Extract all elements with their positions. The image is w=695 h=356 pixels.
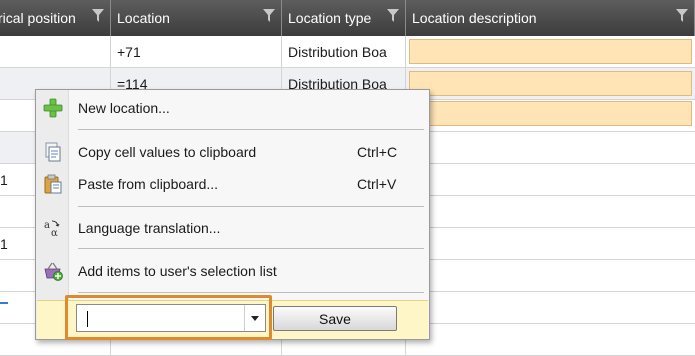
menu-item-add-selection[interactable]: Add items to user's selection list <box>36 256 429 286</box>
filter-icon[interactable] <box>387 9 399 23</box>
svg-text:α: α <box>51 228 58 238</box>
text-caret <box>87 311 88 327</box>
cell-location-description[interactable] <box>406 164 695 195</box>
cell-position[interactable] <box>0 36 111 67</box>
menu-item-new-location[interactable]: New location... <box>36 93 429 123</box>
row-link-marker <box>0 302 8 304</box>
column-header-position[interactable]: rical position <box>0 0 111 36</box>
cell-location-description[interactable] <box>406 132 695 163</box>
cell-location-description[interactable] <box>406 324 695 355</box>
cell-location-description[interactable] <box>406 36 695 67</box>
column-header-label: Location type <box>288 10 372 26</box>
column-header-label: rical position <box>0 10 76 26</box>
paste-icon <box>44 174 62 194</box>
cell-location[interactable]: +71 <box>111 36 282 67</box>
menu-separator <box>78 129 424 130</box>
copy-icon <box>45 142 61 162</box>
add-icon <box>43 98 63 118</box>
chevron-down-icon <box>251 316 259 321</box>
menu-item-copy-cells[interactable]: Copy cell values to clipboard Ctrl+C <box>36 137 429 167</box>
cell-location-description[interactable] <box>406 228 695 259</box>
column-header-label: Location description <box>412 10 537 26</box>
selection-list-input[interactable] <box>79 307 243 331</box>
shortcut-copy: Ctrl+C <box>357 144 398 160</box>
filter-icon[interactable] <box>676 9 688 23</box>
menu-separator <box>78 248 424 249</box>
column-header-location-type[interactable]: Location type <box>282 0 406 36</box>
dropdown-button[interactable] <box>244 305 265 331</box>
selection-list-combobox[interactable] <box>76 304 266 332</box>
basket-add-icon <box>44 262 63 281</box>
shortcut-paste: Ctrl+V <box>357 176 397 192</box>
context-menu: New location... Copy cell values to clip… <box>35 89 430 340</box>
filter-icon[interactable] <box>263 9 275 23</box>
cell-location-description[interactable] <box>406 260 695 291</box>
column-header-location[interactable]: Location <box>111 0 282 36</box>
column-header-location-description[interactable]: Location description <box>406 0 695 36</box>
cell-location-description[interactable] <box>406 100 695 131</box>
cell-location-type[interactable]: Distribution Boa <box>282 36 406 67</box>
cell-location-description[interactable] <box>406 292 695 323</box>
description-editor[interactable] <box>409 101 692 126</box>
description-editor[interactable] <box>409 71 692 96</box>
menu-item-language-translation[interactable]: a α Language translation... <box>36 213 429 243</box>
filter-icon[interactable] <box>92 9 104 23</box>
menu-separator <box>78 206 424 207</box>
save-button[interactable]: Save <box>273 306 397 331</box>
svg-text:a: a <box>44 220 50 231</box>
cell-location-description[interactable] <box>406 196 695 227</box>
description-editor[interactable] <box>409 39 692 64</box>
table-row[interactable]: +71 Distribution Boa <box>0 36 695 68</box>
column-header-label: Location <box>117 10 170 26</box>
menu-item-paste[interactable]: Paste from clipboard... Ctrl+V <box>36 169 429 199</box>
cell-location-description[interactable] <box>406 68 695 99</box>
menu-separator <box>78 292 424 293</box>
translate-icon: a α <box>44 220 60 238</box>
